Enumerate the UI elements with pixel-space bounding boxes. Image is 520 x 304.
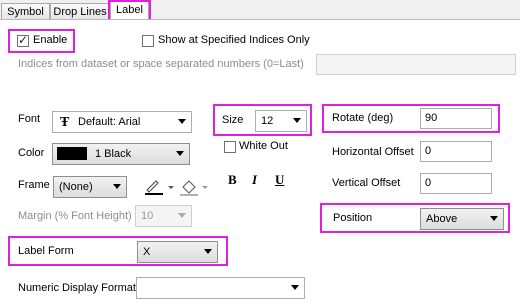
- enable-checkbox[interactable]: [17, 33, 29, 47]
- tab-bar: Symbol Drop Lines Label: [0, 0, 520, 21]
- tab-symbol-label: Symbol: [7, 6, 44, 18]
- font-combo[interactable]: Ŧ Default: Arial: [52, 111, 192, 133]
- enable-label: Enable: [33, 34, 68, 46]
- numeric-format-label: Numeric Display Format: [18, 282, 136, 294]
- label-form-combo[interactable]: X: [137, 241, 218, 263]
- frame-combo[interactable]: (None): [53, 176, 127, 198]
- chevron-down-icon: [176, 151, 184, 156]
- chevron-down-icon: [293, 118, 301, 123]
- size-value: 12: [261, 115, 274, 127]
- size-combo[interactable]: 12: [255, 110, 307, 132]
- color-swatch: [57, 147, 87, 160]
- position-label: Position: [333, 212, 373, 224]
- indices-hint: Indices from dataset or space separated …: [18, 58, 304, 70]
- margin-value: 10: [141, 210, 154, 222]
- chevron-down-icon: [178, 119, 186, 124]
- size-label: Size: [222, 114, 244, 126]
- horizontal-offset-label: Horizontal Offset: [332, 146, 414, 158]
- vertical-offset-input[interactable]: 0: [420, 173, 492, 194]
- color-combo[interactable]: 1 Black: [52, 143, 190, 165]
- highlight-tab-label: [108, 0, 151, 21]
- chevron-down-icon: [178, 213, 186, 218]
- tab-drop-lines[interactable]: Drop Lines: [50, 3, 110, 20]
- white-out-checkbox[interactable]: [224, 141, 236, 153]
- rotate-label: Rotate (deg): [332, 112, 394, 124]
- label-form-label: Label Form: [18, 245, 74, 257]
- chevron-down-icon: [113, 184, 121, 189]
- underline-button[interactable]: U: [275, 172, 284, 188]
- italic-button[interactable]: I: [252, 172, 257, 188]
- frame-label: Frame: [18, 179, 50, 191]
- frame-value: (None): [59, 181, 93, 193]
- numeric-format-combo[interactable]: [136, 277, 305, 299]
- font-value: Default: Arial: [78, 116, 141, 128]
- frame-fill-color-button[interactable]: [177, 176, 211, 198]
- horizontal-offset-input[interactable]: 0: [420, 141, 492, 162]
- font-label: Font: [18, 113, 41, 125]
- label-form-value: X: [143, 246, 151, 258]
- pen-icon: [145, 180, 174, 195]
- tab-drop-lines-label: Drop Lines: [53, 6, 107, 18]
- color-label: Color: [18, 147, 45, 159]
- tab-symbol[interactable]: Symbol: [1, 3, 50, 20]
- chevron-down-icon: [490, 216, 498, 221]
- vertical-offset-label: Vertical Offset: [332, 177, 401, 189]
- margin-label: Margin (% Font Height): [18, 210, 132, 222]
- truetype-font-icon: Ŧ: [60, 115, 70, 130]
- white-out-label: White Out: [239, 140, 288, 152]
- paint-bucket-icon: [180, 180, 208, 196]
- show-indices-checkbox[interactable]: [142, 35, 154, 47]
- position-combo[interactable]: Above: [420, 208, 504, 230]
- rotate-input[interactable]: 90: [420, 108, 492, 129]
- chevron-down-icon: [204, 249, 212, 254]
- frame-line-color-button[interactable]: [141, 176, 177, 198]
- chevron-down-icon: [291, 285, 299, 290]
- indices-input[interactable]: [316, 54, 516, 75]
- color-value: 1 Black: [95, 148, 132, 160]
- position-value: Above: [426, 213, 458, 225]
- bold-button[interactable]: B: [228, 172, 237, 188]
- margin-combo[interactable]: 10: [135, 205, 192, 227]
- show-indices-label: Show at Specified Indices Only: [158, 34, 310, 46]
